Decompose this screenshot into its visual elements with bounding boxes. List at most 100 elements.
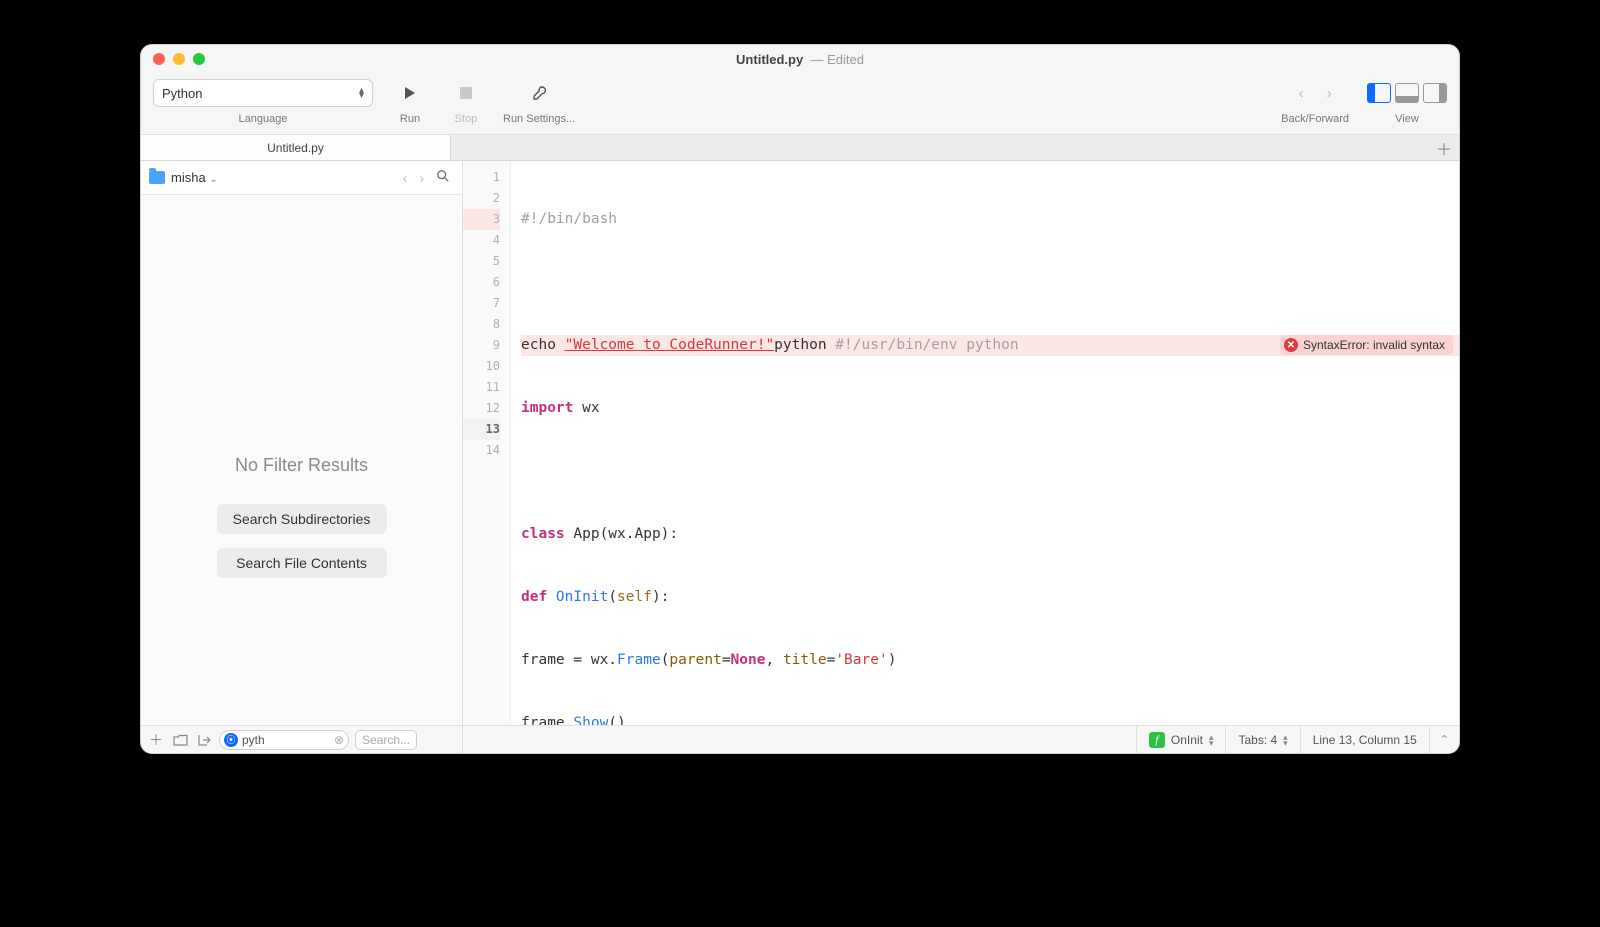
code-line: #!/bin/bash bbox=[521, 209, 1459, 230]
cursor-position[interactable]: Line 13, Column 15 bbox=[1300, 726, 1429, 753]
code-editor[interactable]: 1 2 3 4 5 6 7 8 9 10 11 12 13 14 #!/bin/… bbox=[463, 161, 1459, 725]
filter-input[interactable]: ⦿ pyth ⊗ bbox=[219, 730, 349, 750]
language-value: Python bbox=[162, 86, 202, 101]
folder-outline-icon bbox=[173, 734, 188, 746]
gutter-line: 1 bbox=[463, 167, 500, 188]
code-line: class App(wx.App): bbox=[521, 524, 1459, 545]
search-placeholder: Search... bbox=[362, 733, 410, 747]
code-line: def OnInit(self): bbox=[521, 587, 1459, 608]
search-file-contents-button[interactable]: Search File Contents bbox=[217, 548, 387, 578]
title-filename: Untitled.py bbox=[736, 52, 803, 67]
play-icon bbox=[402, 85, 418, 101]
stop-icon bbox=[459, 86, 473, 100]
chevron-updown-icon: ▴▾ bbox=[1209, 734, 1214, 746]
gutter-line: 9 bbox=[463, 335, 500, 356]
chevron-right-icon: › bbox=[1327, 85, 1332, 102]
sidebar-path-bar: misha ⌄ ‹ › bbox=[141, 161, 462, 195]
run-group: Run bbox=[391, 77, 429, 125]
code-body[interactable]: #!/bin/bash echo "Welcome to CodeRunner!… bbox=[511, 161, 1459, 725]
filter-scope-icon: ⦿ bbox=[224, 733, 238, 747]
clear-filter-button[interactable]: ⊗ bbox=[334, 733, 344, 747]
filter-text: pyth bbox=[242, 733, 265, 747]
gutter-line: 7 bbox=[463, 293, 500, 314]
gutter-line: 13 bbox=[463, 419, 500, 440]
no-filter-results-label: No Filter Results bbox=[235, 455, 368, 476]
stop-group: Stop bbox=[447, 77, 485, 125]
toolbar: Python ▴▾ Language Run Stop bbox=[141, 73, 1459, 135]
code-line bbox=[521, 272, 1459, 293]
footer: ＋ ⦿ pyth ⊗ Search... f OnInit ▴▾ bbox=[141, 725, 1459, 753]
nav-group: ‹ › Back/Forward bbox=[1281, 77, 1349, 125]
stop-button[interactable] bbox=[447, 79, 485, 107]
gutter-line: 10 bbox=[463, 356, 500, 377]
add-tab-button[interactable]: ＋ bbox=[1429, 135, 1459, 160]
chevron-updown-icon: ▴▾ bbox=[1283, 734, 1288, 746]
error-badge[interactable]: ✕ SyntaxError: invalid syntax bbox=[1280, 335, 1453, 355]
expand-button[interactable]: ⌃ bbox=[1429, 726, 1459, 753]
tab-untitled[interactable]: Untitled.py bbox=[141, 135, 451, 160]
symbol-navigator[interactable]: f OnInit ▴▾ bbox=[1136, 726, 1226, 753]
folder-name[interactable]: misha ⌄ bbox=[171, 170, 218, 185]
symbol-name: OnInit bbox=[1171, 733, 1203, 747]
nav-back-button[interactable]: ‹ bbox=[1288, 79, 1314, 107]
app-window: Untitled.py — Edited Python ▴▾ Language … bbox=[140, 44, 1460, 754]
new-folder-button[interactable] bbox=[171, 734, 189, 746]
title-edited: — Edited bbox=[807, 52, 864, 67]
chevron-left-icon: ‹ bbox=[1299, 85, 1304, 102]
chevron-down-icon: ⌄ bbox=[209, 174, 217, 185]
language-select[interactable]: Python ▴▾ bbox=[153, 79, 373, 107]
run-settings-group: Run Settings... bbox=[503, 77, 575, 125]
code-line bbox=[521, 461, 1459, 482]
gutter-line: 6 bbox=[463, 272, 500, 293]
chevron-up-icon: ⌃ bbox=[1440, 733, 1449, 746]
close-window-button[interactable] bbox=[153, 53, 165, 65]
tabs-text: Tabs: 4 bbox=[1238, 733, 1277, 747]
stop-label: Stop bbox=[455, 113, 478, 125]
run-button[interactable] bbox=[391, 79, 429, 107]
add-button[interactable]: ＋ bbox=[147, 730, 165, 750]
path-back-button[interactable]: ‹ bbox=[399, 170, 412, 186]
tabs-indicator[interactable]: Tabs: 4 ▴▾ bbox=[1225, 726, 1299, 753]
import-button[interactable] bbox=[195, 733, 213, 747]
tab-label: Untitled.py bbox=[267, 141, 324, 155]
view-console-bottom-button[interactable] bbox=[1395, 83, 1419, 103]
search-subdirectories-button[interactable]: Search Subdirectories bbox=[217, 504, 387, 534]
sidebar: misha ⌄ ‹ › No Filter Results Search Sub… bbox=[141, 161, 463, 725]
code-line: frame = wx.Frame(parent=None, title='Bar… bbox=[521, 650, 1459, 671]
language-label: Language bbox=[239, 113, 288, 125]
view-sidebar-right-button[interactable] bbox=[1423, 83, 1447, 103]
gutter-line: 5 bbox=[463, 251, 500, 272]
path-search-button[interactable] bbox=[432, 169, 454, 186]
editor-area: 1 2 3 4 5 6 7 8 9 10 11 12 13 14 #!/bin/… bbox=[463, 161, 1459, 725]
gutter-line: 3 bbox=[463, 209, 500, 230]
import-icon bbox=[197, 733, 211, 747]
code-line-error: echo "Welcome to CodeRunner!"python #!/u… bbox=[521, 335, 1459, 356]
zoom-window-button[interactable] bbox=[193, 53, 205, 65]
gutter-line: 8 bbox=[463, 314, 500, 335]
error-icon: ✕ bbox=[1284, 338, 1298, 352]
language-group: Python ▴▾ Language bbox=[153, 77, 373, 125]
footer-left: ＋ ⦿ pyth ⊗ Search... bbox=[141, 726, 463, 753]
nav-forward-button[interactable]: › bbox=[1316, 79, 1342, 107]
titlebar: Untitled.py — Edited bbox=[141, 45, 1459, 73]
minimize-window-button[interactable] bbox=[173, 53, 185, 65]
search-input[interactable]: Search... bbox=[355, 730, 417, 750]
chevron-updown-icon: ▴▾ bbox=[359, 88, 364, 98]
path-forward-button[interactable]: › bbox=[415, 170, 428, 186]
gutter-line: 4 bbox=[463, 230, 500, 251]
footer-right: f OnInit ▴▾ Tabs: 4 ▴▾ Line 13, Column 1… bbox=[463, 726, 1459, 753]
folder-icon bbox=[149, 171, 165, 184]
view-sidebar-left-button[interactable] bbox=[1367, 83, 1391, 103]
view-group: View bbox=[1367, 77, 1447, 125]
content-split: misha ⌄ ‹ › No Filter Results Search Sub… bbox=[141, 161, 1459, 725]
cursor-text: Line 13, Column 15 bbox=[1313, 733, 1417, 747]
error-text: SyntaxError: invalid syntax bbox=[1303, 335, 1445, 356]
gutter-line: 11 bbox=[463, 377, 500, 398]
search-icon bbox=[436, 169, 450, 183]
tab-bar: Untitled.py ＋ bbox=[141, 135, 1459, 161]
run-label: Run bbox=[400, 113, 420, 125]
traffic-lights bbox=[141, 53, 205, 65]
function-icon: f bbox=[1149, 732, 1165, 748]
line-gutter: 1 2 3 4 5 6 7 8 9 10 11 12 13 14 bbox=[463, 161, 511, 725]
run-settings-button[interactable] bbox=[520, 79, 558, 107]
